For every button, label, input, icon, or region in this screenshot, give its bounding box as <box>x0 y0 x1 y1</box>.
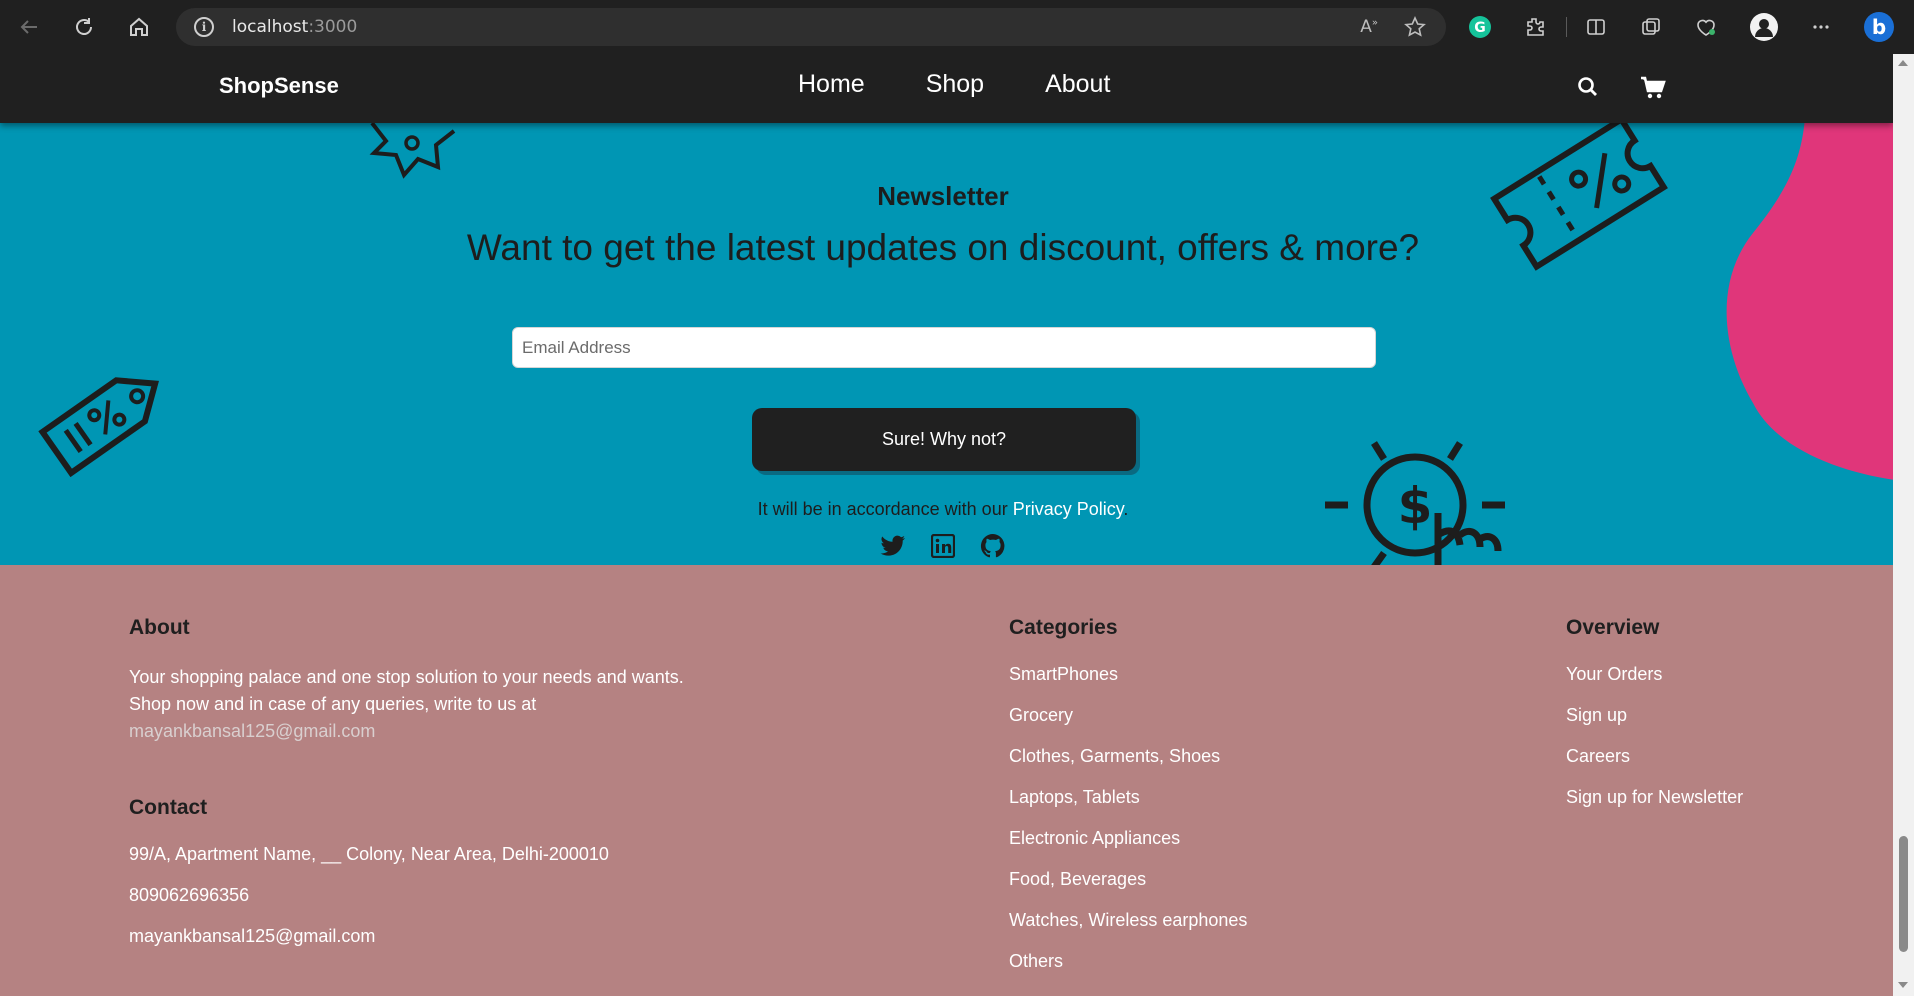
contact-phone[interactable]: 809062696356 <box>129 885 749 926</box>
contact-address: 99/A, Apartment Name, __ Colony, Near Ar… <box>129 844 609 864</box>
overview-link[interactable]: Careers <box>1566 746 1866 787</box>
brand-logo[interactable]: ShopSense <box>219 73 339 99</box>
bing-copilot-icon[interactable]: b <box>1860 8 1898 46</box>
privacy-policy-link[interactable]: Privacy Policy <box>1013 499 1124 519</box>
browser-toolbar: i localhost:3000 A» G b <box>0 0 1914 54</box>
svg-text:b: b <box>1872 15 1886 39</box>
url-port: :3000 <box>308 17 358 37</box>
home-icon[interactable] <box>116 4 162 50</box>
category-link[interactable]: Clothes, Garments, Shoes <box>1009 746 1339 787</box>
browser-essentials-icon[interactable] <box>1687 8 1725 46</box>
price-tag-icon <box>38 377 159 478</box>
split-screen-icon[interactable] <box>1577 8 1615 46</box>
newsletter-title: Newsletter <box>877 181 1009 211</box>
categories-heading: Categories <box>1009 616 1118 639</box>
refresh-icon[interactable] <box>61 4 107 50</box>
collections-icon[interactable] <box>1632 8 1670 46</box>
scroll-up-arrow-icon[interactable] <box>1898 60 1908 66</box>
favorite-star-icon[interactable] <box>1404 16 1426 38</box>
main-nav: Home Shop About <box>798 70 1171 99</box>
footer-overview: Overview Your Orders Sign up Careers Sig… <box>1566 616 1866 828</box>
site-info-icon[interactable]: i <box>194 17 214 37</box>
github-icon[interactable] <box>980 533 1006 559</box>
grammarly-icon[interactable]: G <box>1461 8 1499 46</box>
category-link[interactable]: Food, Beverages <box>1009 869 1339 910</box>
footer-categories: Categories SmartPhones Grocery Clothes, … <box>1009 616 1339 992</box>
about-heading: About <box>129 616 190 639</box>
category-link[interactable]: Grocery <box>1009 705 1339 746</box>
category-link[interactable]: Electronic Appliances <box>1009 828 1339 869</box>
subscribe-button[interactable]: Sure! Why not? <box>752 408 1136 471</box>
footer-about: About Your shopping palace and one stop … <box>129 616 689 745</box>
page-viewport: ShopSense Home Shop About $ Newsletter W… <box>0 54 1893 996</box>
social-links <box>880 533 1006 559</box>
cart-icon[interactable] <box>1640 76 1666 104</box>
back-icon[interactable] <box>6 4 52 50</box>
overview-link[interactable]: Sign up <box>1566 705 1866 746</box>
site-header: ShopSense Home Shop About <box>0 54 1893 123</box>
contact-email[interactable]: mayankbansal125@gmail.com <box>129 926 749 967</box>
nav-home[interactable]: Home <box>798 70 865 99</box>
email-input[interactable] <box>512 327 1376 368</box>
twitter-icon[interactable] <box>880 533 906 559</box>
privacy-prefix: It will be in accordance with our <box>757 499 1013 519</box>
about-email-link[interactable]: mayankbansal125@gmail.com <box>129 721 375 741</box>
category-link[interactable]: SmartPhones <box>1009 664 1339 705</box>
scrollbar-thumb[interactable] <box>1899 836 1908 952</box>
nav-shop[interactable]: Shop <box>926 70 984 99</box>
extensions-icon[interactable] <box>1516 8 1554 46</box>
footer-contact: Contact 99/A, Apartment Name, __ Colony,… <box>129 796 749 967</box>
overview-heading: Overview <box>1566 616 1660 639</box>
contact-heading: Contact <box>129 796 208 819</box>
about-text: Your shopping palace and one stop soluti… <box>129 664 689 745</box>
overview-link[interactable]: Sign up for Newsletter <box>1566 787 1866 828</box>
overview-link[interactable]: Your Orders <box>1566 664 1866 705</box>
nav-about[interactable]: About <box>1045 70 1110 99</box>
newsletter-section: $ Newsletter Want to get the latest upda… <box>0 123 1893 565</box>
badge-decoration-icon <box>369 123 456 179</box>
privacy-suffix: . <box>1123 499 1129 519</box>
url-host: localhost <box>232 17 309 37</box>
about-description: Your shopping palace and one stop soluti… <box>129 667 684 714</box>
site-footer: About Your shopping palace and one stop … <box>0 565 1893 996</box>
page-scrollbar[interactable] <box>1893 54 1914 996</box>
category-link[interactable]: Laptops, Tablets <box>1009 787 1339 828</box>
scroll-down-arrow-icon[interactable] <box>1898 982 1908 988</box>
profile-avatar-icon[interactable] <box>1745 8 1783 46</box>
read-aloud-icon[interactable]: A» <box>1360 17 1378 37</box>
privacy-note: It will be in accordance with our Privac… <box>0 499 1886 520</box>
category-link[interactable]: Watches, Wireless earphones <box>1009 910 1339 951</box>
svg-text:G: G <box>1474 20 1486 36</box>
linkedin-icon[interactable] <box>930 533 956 559</box>
category-link[interactable]: Others <box>1009 951 1339 992</box>
search-icon[interactable] <box>1577 76 1599 102</box>
toolbar-divider <box>1566 17 1567 37</box>
newsletter-subtitle: Want to get the latest updates on discou… <box>466 227 1420 268</box>
more-options-icon[interactable] <box>1802 8 1840 46</box>
address-bar[interactable]: i localhost:3000 A» <box>176 8 1446 46</box>
